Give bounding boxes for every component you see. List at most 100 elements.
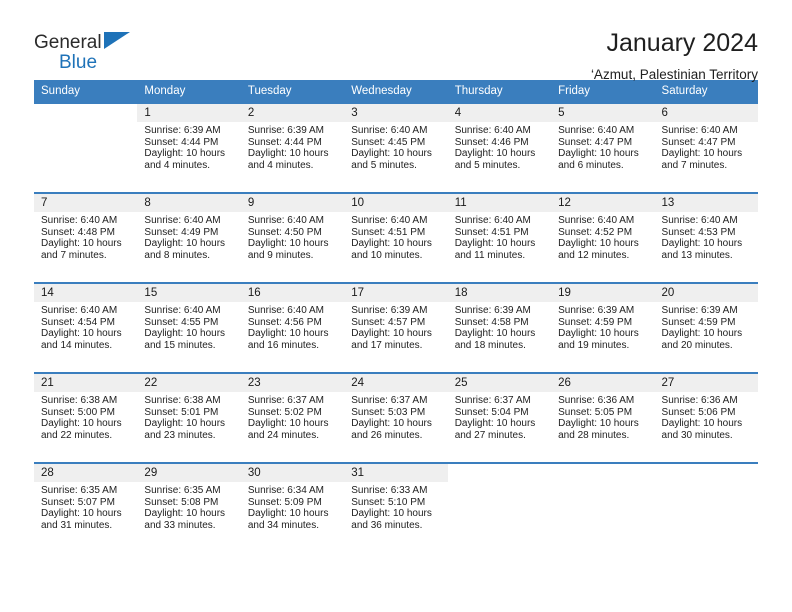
- day-details: Sunrise: 6:40 AM Sunset: 4:46 PM Daylight:…: [448, 122, 551, 172]
- brand-logo[interactable]: General Blue: [34, 28, 154, 73]
- day-details: Sunrise: 6:39 AM Sunset: 4:59 PM Daylight:…: [655, 302, 758, 352]
- day-number: 5: [551, 104, 655, 122]
- daylight-text-line1: Daylight: 10 hours: [41, 328, 122, 340]
- daylight-text-line2: and 12 minutes.: [558, 250, 630, 262]
- sunset-text: Sunset: 4:44 PM: [144, 136, 219, 148]
- calendar-day-cell[interactable]: 20 Sunrise: 6:39 AM Sunset: 4:59 PM Dayligh…: [654, 282, 758, 373]
- sunset-text: Sunset: 5:01 PM: [144, 406, 219, 418]
- calendar-day-cell[interactable]: 31 Sunrise: 6:33 AM Sunset: 5:10 PM Dayligh…: [344, 462, 448, 553]
- daylight-text-line1: Daylight: 10 hours: [558, 418, 639, 430]
- sunset-text: Sunset: 4:54 PM: [41, 316, 115, 328]
- day-details: Sunrise: 6:39 AM Sunset: 4:44 PM Daylight:…: [241, 122, 344, 172]
- calendar-day-cell[interactable]: 29 Sunrise: 6:35 AM Sunset: 5:08 PM Dayligh…: [137, 462, 241, 553]
- sunrise-text: Sunrise: 6:37 AM: [454, 395, 531, 406]
- daylight-text-line2: and 33 minutes.: [144, 520, 216, 532]
- day-cell-inner: 8 Sunrise: 6:40 AM Sunset: 4:49 PM Daylight…: [137, 194, 241, 282]
- sunset-text: Sunset: 4:55 PM: [144, 316, 219, 328]
- sunrise-text: Sunrise: 6:40 AM: [454, 125, 531, 136]
- calendar-day-cell[interactable]: 28 Sunrise: 6:35 AM Sunset: 5:07 PM Dayligh…: [34, 462, 138, 553]
- calendar-day-cell[interactable]: 16 Sunrise: 6:40 AM Sunset: 4:56 PM Dayligh…: [240, 282, 345, 373]
- calendar-day-cell[interactable]: 12 Sunrise: 6:40 AM Sunset: 4:52 PM Dayligh…: [551, 192, 655, 283]
- sunset-text: Sunset: 4:58 PM: [454, 316, 529, 328]
- day-details: Sunrise: 6:40 AM Sunset: 4:54 PM Daylight:…: [34, 302, 137, 352]
- daylight-text-line2: and 36 minutes.: [351, 520, 423, 532]
- day-cell-inner: 14 Sunrise: 6:40 AM Sunset: 4:54 PM Dayligh…: [34, 284, 138, 372]
- day-details: Sunrise: 6:40 AM Sunset: 4:47 PM Daylight:…: [551, 122, 654, 172]
- sunrise-text: Sunrise: 6:36 AM: [558, 395, 635, 406]
- sunrise-text: Sunrise: 6:40 AM: [661, 215, 738, 226]
- daylight-text-line2: and 14 minutes.: [41, 340, 113, 352]
- sunrise-text: Sunrise: 6:40 AM: [351, 125, 428, 136]
- calendar-day-cell[interactable]: 1 Sunrise: 6:39 AM Sunset: 4:44 PM Daylight…: [137, 102, 241, 193]
- day-number: 24: [344, 374, 448, 392]
- calendar-day-cell[interactable]: 23 Sunrise: 6:37 AM Sunset: 5:02 PM Dayligh…: [240, 372, 345, 463]
- daylight-text-line2: and 7 minutes.: [41, 250, 107, 262]
- day-number: 28: [34, 464, 138, 482]
- day-cell-inner: 18 Sunrise: 6:39 AM Sunset: 4:58 PM Dayligh…: [447, 284, 552, 372]
- daylight-text-line1: Daylight: 10 hours: [454, 418, 536, 430]
- calendar-day-cell[interactable]: 15 Sunrise: 6:40 AM Sunset: 4:55 PM Dayligh…: [137, 282, 241, 373]
- sunset-text: Sunset: 4:47 PM: [558, 136, 633, 148]
- calendar-cell-empty: [34, 102, 138, 193]
- calendar-day-cell[interactable]: 5 Sunrise: 6:40 AM Sunset: 4:47 PM Daylight…: [551, 102, 655, 193]
- daylight-text-line2: and 17 minutes.: [351, 340, 423, 352]
- daylight-text-line2: and 15 minutes.: [144, 340, 216, 352]
- calendar-day-cell[interactable]: 11 Sunrise: 6:40 AM Sunset: 4:51 PM Dayligh…: [447, 192, 552, 283]
- day-details: Sunrise: 6:39 AM Sunset: 4:57 PM Daylight:…: [344, 302, 447, 352]
- day-number: [654, 464, 758, 482]
- weekday-header-sunday: Sunday: [34, 80, 138, 103]
- page-subtitle: ‘Azmut, Palestinian Territory: [590, 67, 758, 82]
- calendar-day-cell[interactable]: 14 Sunrise: 6:40 AM Sunset: 4:54 PM Dayligh…: [34, 282, 138, 373]
- calendar-day-cell[interactable]: 21 Sunrise: 6:38 AM Sunset: 5:00 PM Dayligh…: [34, 372, 138, 463]
- calendar-day-cell[interactable]: 3 Sunrise: 6:40 AM Sunset: 4:45 PM Daylight…: [344, 102, 448, 193]
- calendar-day-cell[interactable]: 6 Sunrise: 6:40 AM Sunset: 4:47 PM Daylight…: [654, 102, 758, 193]
- day-cell-inner: [654, 464, 758, 553]
- calendar-day-cell[interactable]: 25 Sunrise: 6:37 AM Sunset: 5:04 PM Dayligh…: [447, 372, 552, 463]
- daylight-text-line2: and 16 minutes.: [247, 340, 320, 352]
- daylight-text-line2: and 30 minutes.: [661, 430, 733, 442]
- calendar-day-cell[interactable]: 13 Sunrise: 6:40 AM Sunset: 4:53 PM Dayligh…: [654, 192, 758, 283]
- day-number: 29: [137, 464, 241, 482]
- calendar-day-cell[interactable]: 10 Sunrise: 6:40 AM Sunset: 4:51 PM Dayligh…: [344, 192, 448, 283]
- calendar-day-cell[interactable]: 4 Sunrise: 6:40 AM Sunset: 4:46 PM Daylight…: [447, 102, 552, 193]
- calendar-day-cell[interactable]: 9 Sunrise: 6:40 AM Sunset: 4:50 PM Daylight…: [240, 192, 345, 283]
- sunset-text: Sunset: 5:05 PM: [558, 406, 633, 418]
- day-details: Sunrise: 6:34 AM Sunset: 5:09 PM Daylight:…: [241, 482, 344, 532]
- calendar-day-cell[interactable]: 18 Sunrise: 6:39 AM Sunset: 4:58 PM Dayligh…: [447, 282, 552, 373]
- day-details: Sunrise: 6:37 AM Sunset: 5:03 PM Daylight:…: [344, 392, 447, 442]
- sunrise-text: Sunrise: 6:35 AM: [144, 485, 221, 496]
- sunrise-text: Sunrise: 6:39 AM: [558, 305, 635, 316]
- day-cell-inner: 23 Sunrise: 6:37 AM Sunset: 5:02 PM Dayligh…: [240, 374, 345, 462]
- calendar-day-cell[interactable]: 17 Sunrise: 6:39 AM Sunset: 4:57 PM Dayligh…: [344, 282, 448, 373]
- weekday-header-monday: Monday: [137, 80, 241, 103]
- page-title: January 2024: [606, 29, 758, 57]
- calendar-day-cell[interactable]: 26 Sunrise: 6:36 AM Sunset: 5:05 PM Dayligh…: [551, 372, 655, 463]
- calendar-day-cell[interactable]: 30 Sunrise: 6:34 AM Sunset: 5:09 PM Dayligh…: [240, 462, 345, 553]
- day-number: 7: [34, 194, 138, 212]
- day-number: 9: [240, 194, 345, 212]
- calendar-cell-empty: [654, 462, 758, 553]
- daylight-text-line1: Daylight: 10 hours: [144, 418, 226, 430]
- calendar-day-cell[interactable]: 27 Sunrise: 6:36 AM Sunset: 5:06 PM Dayligh…: [654, 372, 758, 463]
- daylight-text-line1: Daylight: 10 hours: [144, 508, 226, 520]
- day-number: 22: [137, 374, 241, 392]
- calendar-day-cell[interactable]: 8 Sunrise: 6:40 AM Sunset: 4:49 PM Daylight…: [137, 192, 241, 283]
- sunrise-text: Sunrise: 6:39 AM: [454, 305, 531, 316]
- daylight-text-line1: Daylight: 10 hours: [144, 328, 226, 340]
- calendar-table: Sunday Monday Tuesday Wednesday Thursday Frid…: [34, 80, 758, 553]
- day-cell-inner: 12 Sunrise: 6:40 AM Sunset: 4:52 PM Dayligh…: [551, 194, 655, 282]
- calendar-day-cell[interactable]: 19 Sunrise: 6:39 AM Sunset: 4:59 PM Dayligh…: [551, 282, 655, 373]
- daylight-text-line2: and 5 minutes.: [454, 160, 521, 172]
- daylight-text-line1: Daylight: 10 hours: [351, 508, 432, 520]
- sunset-text: Sunset: 4:56 PM: [247, 316, 322, 328]
- calendar-day-cell[interactable]: 7 Sunrise: 6:40 AM Sunset: 4:48 PM Daylight…: [34, 192, 138, 283]
- daylight-text-line1: Daylight: 10 hours: [144, 238, 226, 250]
- daylight-text-line2: and 28 minutes.: [558, 430, 630, 442]
- sunset-text: Sunset: 5:08 PM: [144, 496, 219, 508]
- calendar-day-cell[interactable]: 24 Sunrise: 6:37 AM Sunset: 5:03 PM Dayligh…: [344, 372, 448, 463]
- daylight-text-line1: Daylight: 10 hours: [558, 238, 639, 250]
- sunset-text: Sunset: 4:59 PM: [558, 316, 633, 328]
- calendar-day-cell[interactable]: 2 Sunrise: 6:39 AM Sunset: 4:44 PM Daylight…: [240, 102, 345, 193]
- calendar-day-cell[interactable]: 22 Sunrise: 6:38 AM Sunset: 5:01 PM Dayligh…: [137, 372, 241, 463]
- day-cell-inner: [551, 464, 655, 553]
